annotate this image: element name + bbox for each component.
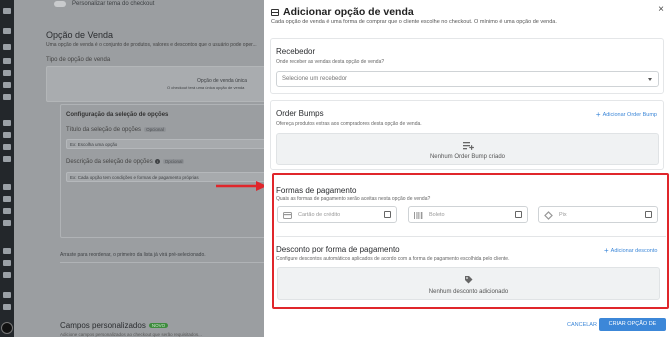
playlist-add-icon	[463, 142, 474, 150]
single-sale-option-card: Opção de venda única O checkout terá uma…	[46, 66, 278, 102]
gear-icon[interactable]	[3, 292, 11, 298]
logout-icon[interactable]	[3, 304, 11, 310]
chart-icon[interactable]	[3, 58, 11, 64]
link-icon[interactable]	[3, 208, 11, 214]
app-sidebar-rail	[0, 0, 14, 337]
receiver-section: Recebedor Onde receber as vendas desta o…	[270, 38, 664, 94]
chevron-down-icon	[648, 78, 652, 81]
background-page: Personalizar tema do checkout Opção de V…	[14, 0, 278, 337]
calendar-icon[interactable]	[3, 184, 11, 190]
payment-option-credit-card[interactable]: Cartão de crédito	[277, 206, 397, 223]
chat-icon[interactable]	[3, 260, 11, 266]
dashboard-icon[interactable]	[3, 28, 11, 34]
custom-fields-description: Adicione campos personalizados ao checko…	[60, 332, 202, 337]
add-discount-label: Adicionar desconto	[610, 248, 658, 254]
pix-checkbox[interactable]	[645, 211, 652, 218]
barcode-icon	[414, 212, 423, 219]
help-icon[interactable]	[3, 272, 11, 278]
receiver-title: Recebedor	[276, 47, 316, 56]
receiver-select[interactable]: Selecione um recebedor	[276, 71, 659, 87]
add-order-bump-label: Adicionar Order Bump	[602, 112, 657, 118]
custom-fields-heading: Campos personalizados NOVO	[60, 321, 169, 330]
order-bumps-section: Order Bumps Ofereça produtos extras aos …	[270, 100, 664, 170]
add-order-bump-button[interactable]: + Adicionar Order Bump	[596, 110, 657, 119]
selection-config-panel	[60, 104, 278, 238]
payment-option-boleto[interactable]: Boleto	[408, 206, 528, 223]
discount-empty-text: Nenhum desconto adicionado	[428, 289, 509, 295]
gift-icon[interactable]	[3, 248, 11, 254]
close-icon[interactable]: ×	[658, 5, 664, 15]
cart-icon[interactable]	[3, 144, 11, 150]
receiver-description: Onde receber as vendas desta opção de ve…	[276, 59, 385, 65]
order-bumps-description: Ofereça produtos extras aos compradores …	[276, 121, 422, 127]
selection-title-label-text: Título da seleção de opções	[66, 127, 142, 133]
plus-icon: +	[604, 246, 609, 255]
card-description: O checkout terá uma única opção de venda	[167, 85, 245, 90]
boleto-checkbox[interactable]	[515, 211, 522, 218]
custom-fields-title: Campos personalizados	[60, 321, 146, 330]
optional-tag: Opcional	[144, 127, 166, 132]
checkout-theme-toggle	[54, 1, 66, 7]
order-bumps-empty-state: Nenhum Order Bump criado	[276, 133, 659, 165]
pix-label: Pix	[559, 212, 567, 218]
checkout-theme-label: Personalizar tema do checkout	[72, 1, 155, 7]
drawer-title-text: Adicionar opção de venda	[283, 6, 414, 18]
credit-card-icon	[283, 212, 292, 219]
settings-icon[interactable]	[3, 94, 11, 100]
bell-icon[interactable]	[3, 220, 11, 226]
info-icon: i	[154, 159, 160, 164]
pix-icon	[544, 211, 553, 220]
discount-description: Configure descontos automáticos aplicado…	[276, 256, 510, 262]
boleto-label: Boleto	[429, 212, 445, 218]
card-title: Opção de venda única	[197, 78, 248, 84]
avatar[interactable]	[1, 322, 13, 334]
drawer-title: Adicionar opção de venda	[271, 6, 414, 18]
add-discount-button[interactable]: + Adicionar desconto	[604, 246, 657, 255]
order-bumps-empty-text: Nenhum Order Bump criado	[429, 154, 506, 160]
selection-desc-label-text: Descrição da seleção de opções	[66, 159, 153, 165]
reports-icon[interactable]	[3, 196, 11, 202]
window-icon	[271, 8, 279, 16]
optional-tag: Opcional	[162, 159, 185, 164]
selection-config-title: Configuração da seleção de opções	[66, 112, 169, 118]
drawer-subtitle: Cada opção de venda é uma forma de compr…	[271, 19, 557, 25]
credit-card-label: Cartão de crédito	[298, 212, 341, 218]
new-badge: NOVO	[148, 323, 169, 329]
payment-methods-title: Formas de pagamento	[276, 186, 357, 195]
reorder-note: Arraste para reordenar, o primeiro da li…	[60, 252, 206, 258]
create-sale-option-button[interactable]: CRIAR OPÇÃO DE VENDA	[599, 318, 666, 337]
sale-option-heading: Opção de Venda	[46, 30, 114, 40]
cancel-button[interactable]: CANCELAR	[567, 322, 597, 328]
selection-title-label: Título da seleção de opções Opcional	[66, 127, 166, 133]
payment-methods-description: Quais as formas de pagamento serão aceit…	[276, 196, 431, 202]
discount-empty-state: Nenhum desconto adicionado	[277, 267, 660, 300]
tag-icon	[465, 276, 473, 284]
products-icon[interactable]	[3, 70, 11, 76]
money-icon[interactable]	[3, 120, 11, 126]
receiver-select-placeholder: Selecione um recebedor	[282, 76, 348, 82]
selection-title-input: Ex: Escolha uma opção	[66, 139, 278, 149]
sale-option-type-label: Tipo de opção de venda	[46, 57, 111, 63]
plus-icon: +	[595, 110, 601, 119]
credit-card-checkbox[interactable]	[384, 211, 391, 218]
sales-icon[interactable]	[3, 82, 11, 88]
selection-desc-label: Descrição da seleção de opções i Opcional	[66, 159, 185, 165]
discount-title: Desconto por forma de pagamento	[276, 245, 400, 254]
tag-icon[interactable]	[3, 156, 11, 162]
annotation-arrow-icon	[216, 181, 267, 191]
wallet-icon[interactable]	[3, 132, 11, 138]
divider	[60, 262, 278, 263]
order-bumps-title: Order Bumps	[276, 109, 324, 118]
users-icon[interactable]	[3, 44, 11, 50]
payment-option-pix[interactable]: Pix	[538, 206, 658, 223]
sale-option-description: Uma opção de venda é o conjunto de produ…	[46, 42, 257, 48]
home-icon[interactable]	[3, 8, 11, 14]
section-divider	[276, 236, 666, 237]
